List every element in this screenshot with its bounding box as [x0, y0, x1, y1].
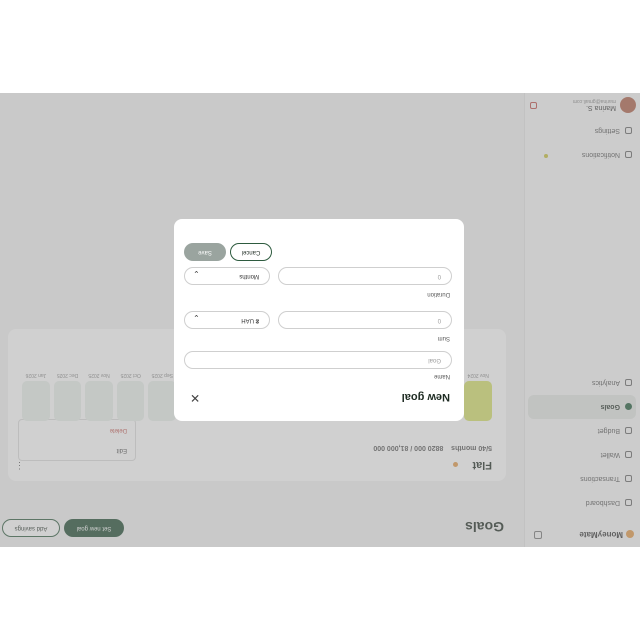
duration-input[interactable]: 0	[278, 267, 452, 285]
chevron-down-icon: ⌄	[193, 313, 200, 322]
goal-name-input[interactable]: Goal	[184, 351, 452, 369]
close-icon[interactable]: ✕	[190, 391, 200, 405]
duration-label: Duration	[427, 291, 450, 297]
cancel-button[interactable]: Cancel	[230, 243, 272, 261]
duration-unit-value: Months	[239, 273, 259, 279]
new-goal-modal: New goal ✕ Name Goal Sum 0 ₴ UAH ⌄ Durat…	[174, 219, 464, 421]
duration-unit-select[interactable]: Months ⌄	[184, 267, 270, 285]
currency-select[interactable]: ₴ UAH ⌄	[184, 311, 270, 329]
chevron-down-icon: ⌄	[193, 269, 200, 278]
currency-value: ₴ UAH	[241, 317, 259, 323]
save-button[interactable]: Save	[184, 243, 226, 261]
sum-input[interactable]: 0	[278, 311, 452, 329]
app-window: MoneyMate Dashboard Transactions Wallet …	[0, 93, 640, 547]
modal-title: New goal	[401, 391, 450, 403]
sum-label: Sum	[437, 335, 450, 341]
name-label: Name	[433, 373, 450, 379]
